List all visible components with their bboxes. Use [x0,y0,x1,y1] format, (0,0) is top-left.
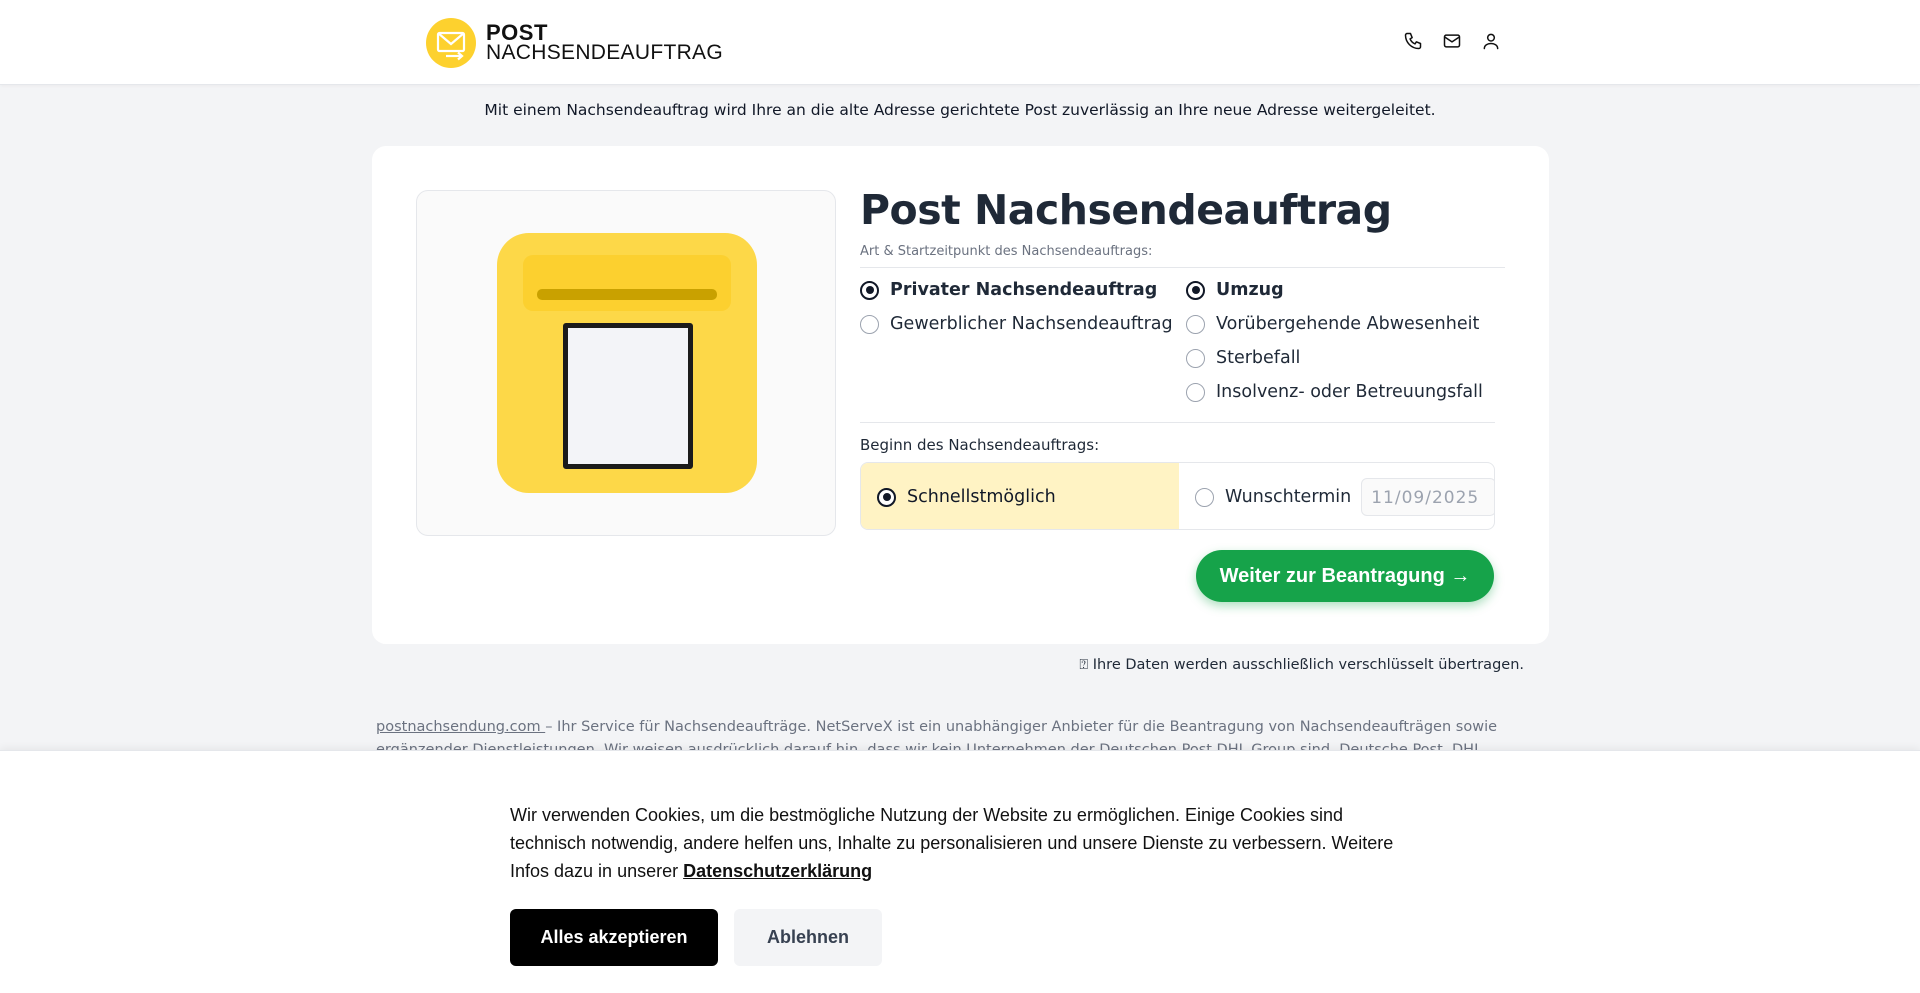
radio-business-order[interactable]: Gewerblicher Nachsendeauftrag [860,314,1173,334]
start-label: Beginn des Nachsendeauftrags: [860,436,1100,454]
radio-reason-temporary-absence[interactable]: Vorübergehende Abwesenheit [1186,314,1479,334]
cookie-text: Wir verwenden Cookies, um die bestmöglic… [510,805,1394,881]
security-note: ⍰ Ihre Daten werden ausschließlich versc… [1079,657,1524,673]
page-title: Post Nachsendeauftrag [860,186,1392,234]
start-options: Schnellstmöglich Wunschtermin 11/09/2025 [860,462,1495,530]
radio-unchecked-icon [1186,348,1205,368]
radio-reason-death[interactable]: Sterbefall [1186,348,1300,368]
mailbox-illustration [416,190,836,536]
radio-reason-insolvency[interactable]: Insolvenz- oder Betreuungsfall [1186,382,1483,402]
radio-checked-icon [860,280,879,300]
intro-text: Mit einem Nachsendeauftrag wird Ihre an … [484,101,1436,119]
date-input[interactable]: 11/09/2025 [1361,478,1494,516]
radio-private-order[interactable]: Privater Nachsendeauftrag [860,280,1157,300]
logo-text-line2: NACHSENDEAUFTRAG [486,41,723,64]
radio-unchecked-icon [1186,314,1205,334]
radio-start-asap[interactable]: Schnellstmöglich [861,463,1179,529]
order-options: Privater Nachsendeauftrag Gewerblicher N… [860,280,1505,425]
order-card: Post Nachsendeauftrag Art & Startzeitpun… [372,146,1549,644]
mailbox-door [563,323,693,469]
continue-button[interactable]: Weiter zur Beantragung → [1196,550,1494,602]
phone-icon[interactable] [1402,30,1424,52]
radio-unchecked-icon [1186,382,1205,402]
mailbox-slot [537,289,717,300]
cookie-banner: Wir verwenden Cookies, um die bestmöglic… [0,750,1920,993]
radio-checked-icon [1186,280,1205,300]
divider [860,422,1495,423]
logo-text-line1: POST [486,20,548,45]
mailbox-icon [497,233,757,493]
site-header: POST NACHSENDEAUFTRAG [0,0,1920,85]
header-actions [1402,30,1502,52]
user-icon[interactable] [1480,30,1502,52]
privacy-policy-link[interactable]: Datenschutzerklärung [683,861,872,881]
accept-all-button[interactable]: Alles akzeptieren [510,909,718,966]
decline-button[interactable]: Ablehnen [734,909,882,966]
radio-unchecked-icon [860,314,879,334]
envelope-arrow-icon [426,18,476,68]
mail-icon[interactable] [1441,30,1463,52]
footer-site-link[interactable]: postnachsendung.com [376,719,545,735]
form-subtitle: Art & Startzeitpunkt des Nachsendeauftra… [860,244,1505,268]
site-logo[interactable]: POST NACHSENDEAUFTRAG [426,17,723,69]
radio-checked-icon [877,487,896,507]
radio-reason-move[interactable]: Umzug [1186,280,1284,300]
radio-start-custom[interactable]: Wunschtermin [1195,487,1351,507]
radio-unchecked-icon [1195,487,1214,507]
order-form: Post Nachsendeauftrag Art & Startzeitpun… [860,186,1505,602]
